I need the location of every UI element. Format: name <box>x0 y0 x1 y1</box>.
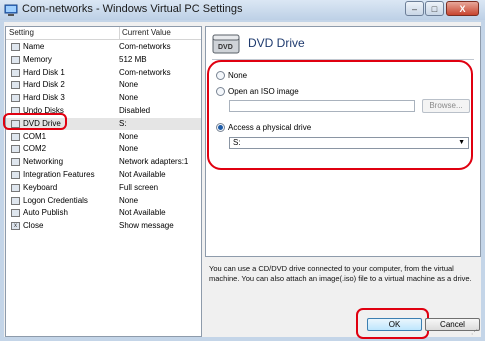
setting-value: None <box>119 144 139 154</box>
settings-row[interactable]: Memory 512 MB <box>6 54 201 66</box>
setting-name: Integration Features <box>23 170 95 179</box>
dvd-icon-text: DVD <box>218 44 233 51</box>
window-title: Com-networks - Windows Virtual PC Settin… <box>22 3 243 15</box>
setting-value: Disabled <box>119 106 151 115</box>
setting-name: COM2 <box>23 144 47 154</box>
settings-row[interactable]: COM2 None <box>6 143 201 155</box>
hard-disk-icon <box>11 81 20 90</box>
hard-disk-icon <box>11 94 20 103</box>
setting-name: Auto Publish <box>23 208 68 218</box>
network-icon <box>11 158 20 167</box>
options-highlight <box>207 60 473 170</box>
ok-button-highlight <box>356 308 429 339</box>
column-header-setting[interactable]: Setting <box>9 27 34 39</box>
setting-name: Keyboard <box>23 182 58 192</box>
settings-row[interactable]: x Close Show message <box>6 220 201 232</box>
settings-list[interactable]: Setting Current Value Name Com-networks Me… <box>5 26 202 337</box>
setting-value: Com-networks <box>119 42 171 51</box>
memory-icon <box>11 55 20 64</box>
setting-name: Hard Disk 1 <box>23 67 65 77</box>
column-header-current-value[interactable]: Current Value <box>119 27 171 39</box>
maximize-button[interactable]: □ <box>425 1 444 16</box>
virtual-pc-icon <box>4 4 18 16</box>
setting-value: None <box>119 93 139 103</box>
header-divider <box>6 39 201 40</box>
settings-window: Com-networks - Windows Virtual PC Settin… <box>0 0 485 341</box>
setting-value: Not Available <box>119 170 166 179</box>
minimize-button[interactable]: – <box>405 1 424 16</box>
setting-name: Networking <box>23 157 64 167</box>
description-text: You can use a CD/DVD drive connected to … <box>209 264 472 283</box>
setting-name: Logon Credentials <box>23 195 88 205</box>
integration-icon <box>11 171 20 179</box>
settings-row[interactable]: Networking Network adapters:1 <box>6 156 201 168</box>
setting-value: None <box>119 131 139 141</box>
settings-row[interactable]: Hard Disk 1 Com-networks <box>6 67 201 79</box>
settings-row[interactable]: Name Com-networks <box>6 41 201 53</box>
settings-row[interactable]: Integration Features Not Available <box>6 169 201 181</box>
setting-name: Name <box>23 42 45 51</box>
settings-row[interactable]: Keyboard Full screen <box>6 182 201 194</box>
dvd-drive-row-highlight <box>3 113 67 130</box>
document-icon <box>11 43 20 51</box>
settings-row[interactable]: Logon Credentials None <box>6 195 201 207</box>
dvd-drive-icon: DVD <box>212 34 240 54</box>
com-port-icon <box>11 132 20 141</box>
settings-row[interactable]: Hard Disk 3 None <box>6 92 201 104</box>
setting-value: Network adapters:1 <box>119 157 189 167</box>
setting-name: Close <box>23 221 44 231</box>
setting-value: None <box>119 195 139 205</box>
hard-disk-icon <box>11 68 20 77</box>
setting-value: 512 MB <box>119 54 147 64</box>
settings-row[interactable]: Hard Disk 2 None <box>6 79 201 91</box>
setting-value: Show message <box>119 221 174 231</box>
setting-name: Hard Disk 2 <box>23 80 65 90</box>
resize-grip[interactable]: ⋰ <box>471 329 479 337</box>
setting-value: None <box>119 80 139 90</box>
settings-row[interactable]: COM1 None <box>6 131 201 143</box>
setting-name: COM1 <box>23 131 47 141</box>
keyboard-icon <box>11 183 20 192</box>
section-title: DVD Drive <box>248 36 305 50</box>
setting-name: Hard Disk 3 <box>23 93 65 103</box>
com-port-icon <box>11 145 20 154</box>
auto-publish-icon <box>11 209 20 218</box>
setting-value: Com-networks <box>119 67 171 77</box>
title-bar[interactable]: Com-networks - Windows Virtual PC Settin… <box>0 0 485 20</box>
close-button[interactable]: X <box>446 1 479 16</box>
settings-row[interactable]: Auto Publish Not Available <box>6 207 201 219</box>
key-icon <box>11 196 20 205</box>
setting-name: Memory <box>23 54 52 64</box>
setting-value: S: <box>119 118 127 128</box>
close-tool-icon: x <box>11 222 20 231</box>
setting-value: Not Available <box>119 208 166 218</box>
setting-value: Full screen <box>119 182 159 192</box>
